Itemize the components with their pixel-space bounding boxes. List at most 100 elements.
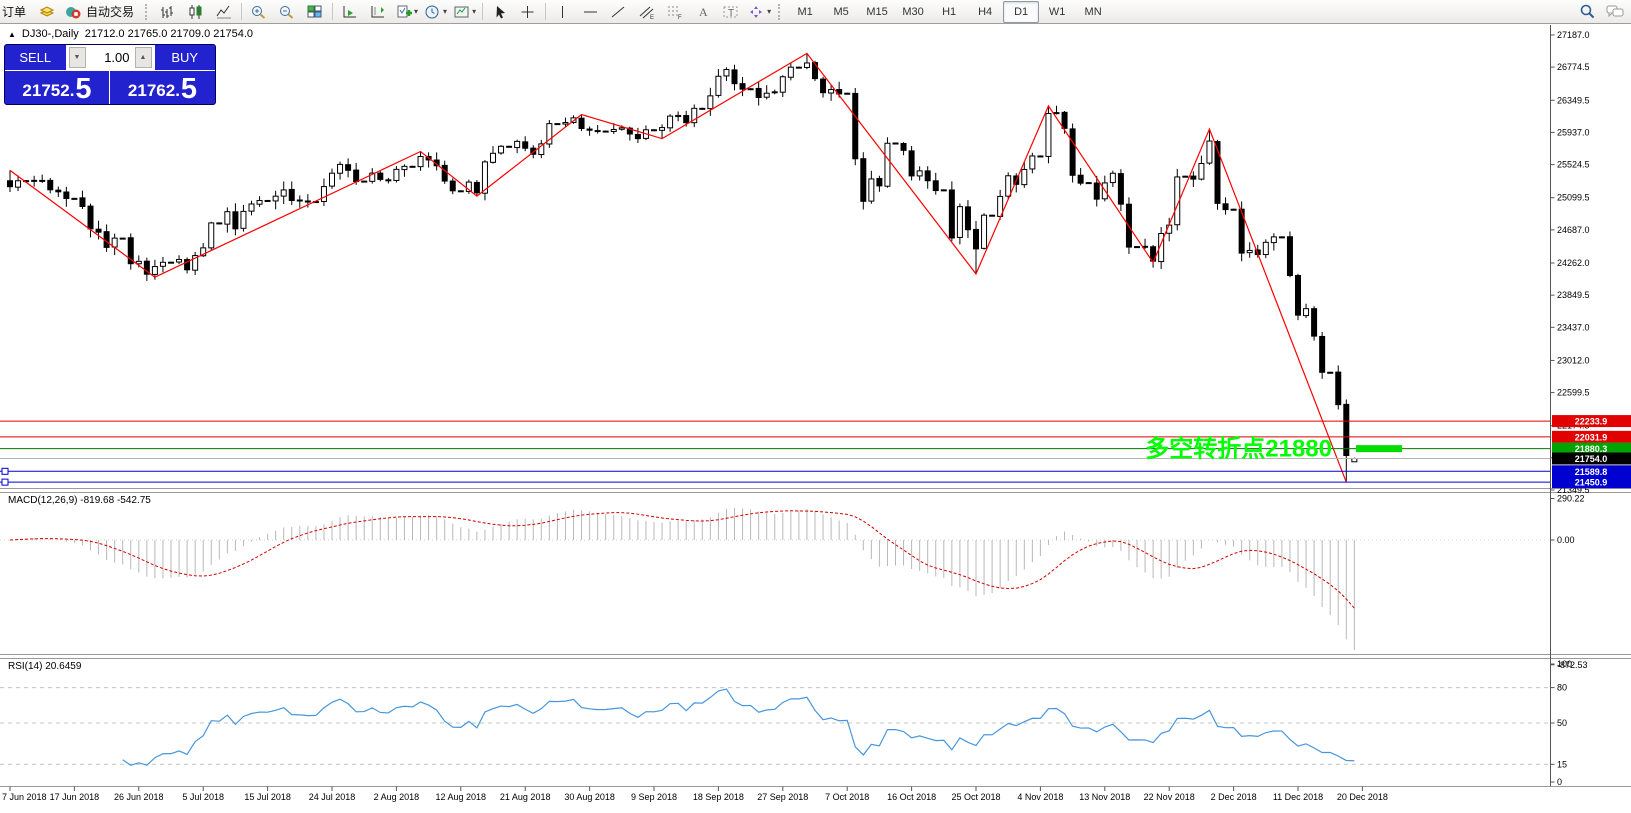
trend-line-icon[interactable] — [605, 1, 633, 23]
timeframe-w1-button[interactable]: W1 — [1039, 1, 1075, 23]
macd-label: MACD(12,26,9) -819.68 -542.75 — [8, 495, 151, 506]
volume-input[interactable] — [88, 45, 133, 70]
timeframe-h1-button[interactable]: H1 — [931, 1, 967, 23]
volume-decrease-button[interactable]: ▼ — [69, 47, 86, 68]
svg-text:26349.5: 26349.5 — [1557, 95, 1590, 105]
chart-shift-icon[interactable] — [364, 1, 392, 23]
crosshair-icon — [519, 4, 537, 20]
timeframe-d1-button[interactable]: D1 — [1003, 1, 1039, 23]
buy-price: 21762. — [128, 78, 180, 104]
volume-increase-button[interactable]: ▲ — [135, 47, 152, 68]
periods-button[interactable]: ▾ — [421, 1, 450, 23]
sell-price-button[interactable]: 21752. 5 — [5, 71, 110, 105]
svg-text:50: 50 — [1557, 718, 1567, 728]
templates-button[interactable]: ▾ — [450, 1, 479, 23]
sell-price-pip: 5 — [75, 75, 91, 104]
horizontal-line-icon[interactable] — [577, 1, 605, 23]
orders-button[interactable]: 订单 — [2, 1, 33, 23]
svg-text:290.22: 290.22 — [1557, 493, 1585, 503]
macd-histogram — [10, 508, 1354, 650]
svg-text:100: 100 — [1557, 659, 1572, 669]
zoom-out-icon[interactable] — [273, 1, 301, 23]
turn-point-marker[interactable] — [1356, 445, 1402, 452]
timeframe-m30-button[interactable]: M30 — [895, 1, 931, 23]
channel-icon: E — [638, 4, 656, 20]
timeframe-m5-button[interactable]: M5 — [823, 1, 859, 23]
svg-text:27187.0: 27187.0 — [1557, 30, 1590, 40]
svg-text:26 Jun 2018: 26 Jun 2018 — [114, 792, 164, 802]
buy-price-pip: 5 — [181, 75, 197, 104]
line-handle-icon[interactable] — [2, 479, 8, 485]
vertical-line-icon — [554, 4, 572, 20]
timeframe-m15-button[interactable]: M15 — [859, 1, 895, 23]
indicators-button[interactable]: ▾ — [392, 1, 421, 23]
horizontal-line-icon — [582, 4, 600, 20]
rsi-axis-labels: 1008050150 — [1551, 659, 1573, 787]
cursor-icon[interactable] — [486, 1, 514, 23]
vertical-line-icon[interactable] — [549, 1, 577, 23]
chat-icon[interactable] — [1601, 1, 1629, 23]
channel-icon[interactable]: E — [633, 1, 661, 23]
tile-windows-icon — [306, 4, 324, 20]
svg-text:16 Oct 2018: 16 Oct 2018 — [887, 792, 936, 802]
bar-chart-icon[interactable] — [154, 1, 182, 23]
svg-text:23849.5: 23849.5 — [1557, 290, 1590, 300]
buy-button[interactable]: BUY — [155, 45, 216, 70]
sell-button[interactable]: SELL — [5, 45, 66, 70]
chart-canvas[interactable]: 27187.026774.526349.525937.025524.525099… — [0, 0, 1631, 813]
svg-text:27 Sep 2018: 27 Sep 2018 — [757, 792, 808, 802]
autotrading-icon — [64, 4, 82, 20]
autotrading-button[interactable]: 自动交易 — [61, 1, 141, 23]
tile-windows-icon[interactable] — [301, 1, 329, 23]
cursor-icon — [491, 4, 509, 20]
svg-text:23012.0: 23012.0 — [1557, 355, 1590, 365]
svg-text:11 Dec 2018: 11 Dec 2018 — [1273, 792, 1323, 802]
fibonacci-icon[interactable]: F — [661, 1, 689, 23]
timeframe-m1-button[interactable]: M1 — [787, 1, 823, 23]
text-label-icon: T — [722, 4, 740, 20]
search-icon[interactable] — [1573, 1, 1601, 23]
toolbar-separator — [332, 3, 333, 20]
arrows-button[interactable]: ▾ — [745, 1, 774, 23]
svg-text:24262.0: 24262.0 — [1557, 258, 1590, 268]
svg-text:A: A — [699, 5, 708, 19]
line-handle-icon[interactable] — [2, 468, 8, 474]
trend-line-icon — [610, 4, 628, 20]
svg-text:18 Sep 2018: 18 Sep 2018 — [693, 792, 744, 802]
svg-text:13 Nov 2018: 13 Nov 2018 — [1079, 792, 1130, 802]
rsi-line — [123, 689, 1355, 765]
timeframe-mn-button[interactable]: MN — [1075, 1, 1111, 23]
dropdown-arrow-icon: ▾ — [414, 7, 418, 16]
crosshair-icon[interactable] — [514, 1, 542, 23]
text-icon[interactable]: A — [689, 1, 717, 23]
zoom-in-icon[interactable] — [245, 1, 273, 23]
timeframe-h4-button[interactable]: H4 — [967, 1, 1003, 23]
auto-scroll-icon[interactable] — [336, 1, 364, 23]
collapse-triangle-icon[interactable]: ▲ — [8, 30, 16, 39]
toolbar-separator — [241, 3, 242, 20]
text-label-icon[interactable]: T — [717, 1, 745, 23]
text-icon: A — [694, 4, 712, 20]
price-label-21589.8: 21589.8 — [1575, 467, 1608, 477]
svg-text:0.00: 0.00 — [1557, 535, 1575, 545]
chart-symbol-period: DJ30-,Daily — [22, 28, 79, 40]
svg-text:F: F — [678, 15, 682, 20]
zoom-in-icon — [250, 4, 268, 20]
candlestick-chart-icon[interactable] — [182, 1, 210, 23]
svg-text:T: T — [728, 8, 734, 19]
svg-text:7 Oct 2018: 7 Oct 2018 — [825, 792, 869, 802]
line-chart-icon[interactable] — [210, 1, 238, 23]
turn-point-annotation[interactable]: 多空转折点21880 — [1145, 435, 1332, 463]
toolbar-grip — [145, 4, 150, 20]
buy-price-button[interactable]: 21762. 5 — [110, 71, 215, 105]
zoom-out-icon — [278, 4, 296, 20]
svg-text:12 Aug 2018: 12 Aug 2018 — [436, 792, 487, 802]
line-chart-icon — [215, 4, 233, 20]
autotrading-button-label: 自动交易 — [82, 3, 138, 20]
svg-text:E: E — [650, 15, 654, 20]
new-order-icon[interactable] — [33, 1, 61, 23]
svg-text:7 Jun 2018: 7 Jun 2018 — [2, 792, 47, 802]
add-indicator-icon — [395, 4, 413, 20]
svg-text:24 Jul 2018: 24 Jul 2018 — [309, 792, 356, 802]
candlestick-chart-icon — [187, 4, 205, 20]
